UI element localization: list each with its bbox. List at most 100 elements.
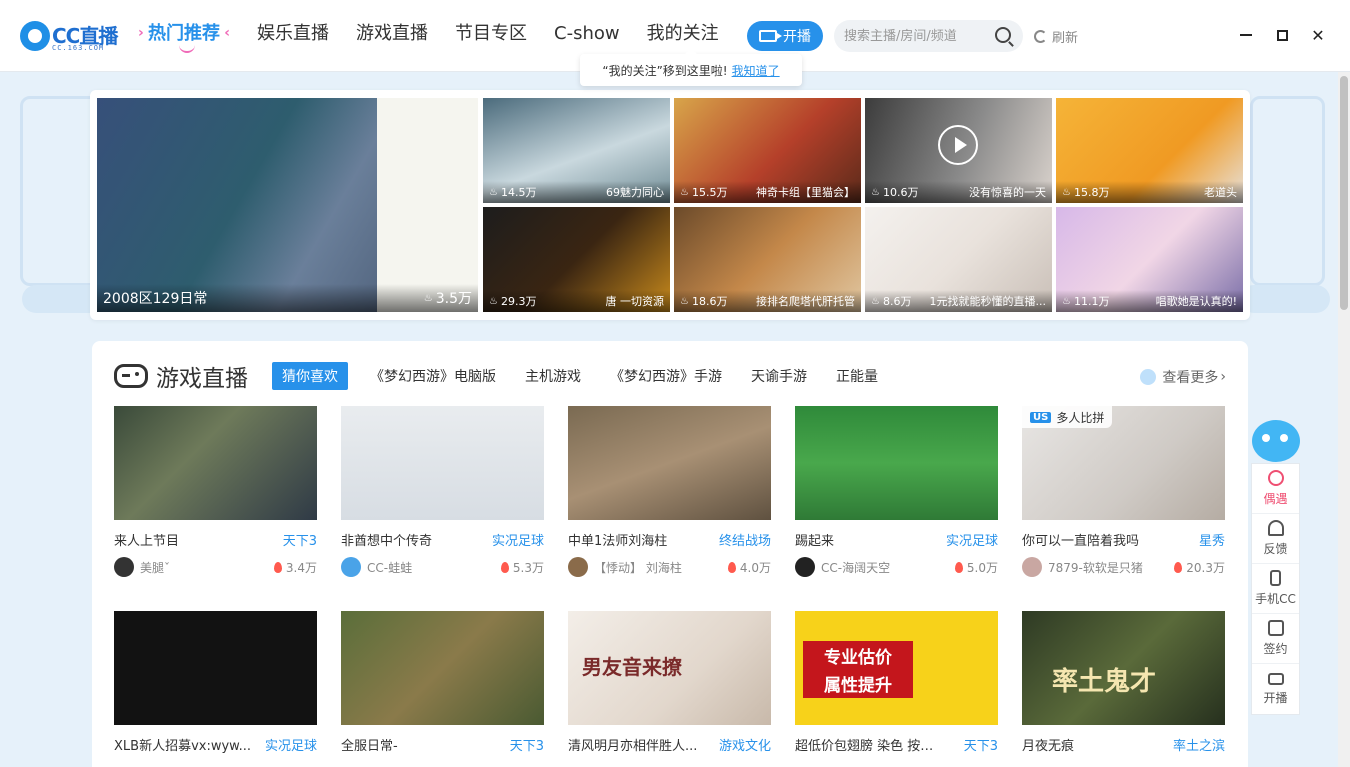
- tab-mhxy-pc[interactable]: 《梦幻西游》电脑版: [370, 366, 496, 386]
- hot-count: 5.3万: [512, 560, 544, 575]
- card-category[interactable]: 实况足球: [492, 530, 544, 549]
- banner-tile[interactable]: ♨ 11.1万 唱歌她是认真的!: [1056, 207, 1243, 312]
- sidebar-item-sign[interactable]: 签约: [1252, 614, 1299, 664]
- refresh-button[interactable]: 刷新: [1034, 27, 1078, 46]
- card-category[interactable]: 实况足球: [946, 530, 998, 549]
- live-card[interactable]: 非酋想中个传奇 实况足球 CC-蛙蛙 5.3万: [341, 406, 544, 577]
- card-thumbnail[interactable]: [795, 406, 998, 520]
- card-title[interactable]: 中单1法师刘海柱: [568, 530, 667, 548]
- badge-label: 多人比拼: [1056, 410, 1105, 425]
- sidebar-item-feedback[interactable]: 反馈: [1252, 514, 1299, 564]
- avatar: [114, 557, 134, 577]
- card-title[interactable]: 踢起来: [795, 530, 834, 548]
- banner-tile[interactable]: ♨ 10.6万 没有惊喜的一天: [865, 98, 1052, 203]
- flame-icon: ♨: [1062, 186, 1071, 198]
- card-thumbnail[interactable]: 率土鬼才: [1022, 611, 1225, 725]
- thumb-art-text: 率土鬼才: [1052, 667, 1157, 697]
- thumb-art-text: 属性提升: [803, 669, 913, 698]
- play-icon[interactable]: [938, 125, 978, 165]
- tab-console[interactable]: 主机游戏: [525, 366, 581, 386]
- card-category[interactable]: 天下3: [510, 735, 544, 754]
- card-thumbnail[interactable]: [114, 406, 317, 520]
- card-title[interactable]: 清风明月亦相伴胜人...: [568, 735, 697, 753]
- search-input[interactable]: [844, 27, 984, 45]
- main-nav: 热门推荐 娱乐直播 游戏直播 节目专区 C-show 我的关注: [138, 19, 746, 50]
- banner-tile[interactable]: ♨ 8.6万 1元找就能秒懂的直播...: [865, 207, 1052, 312]
- phone-icon: [1270, 570, 1281, 586]
- card-title[interactable]: XLB新人招募vx:wyw...: [114, 735, 251, 753]
- card-category[interactable]: 天下3: [283, 530, 317, 549]
- live-card[interactable]: 踢起来 实况足球 CC-海阔天空 5.0万: [795, 406, 998, 577]
- nav-programs[interactable]: 节目专区: [455, 20, 527, 50]
- banner-tile[interactable]: ♨ 14.5万 69魅力同心: [483, 98, 670, 203]
- nav-game[interactable]: 游戏直播: [356, 20, 428, 50]
- sidebar-item-golive[interactable]: 开播: [1252, 664, 1299, 714]
- close-button[interactable]: ✕: [1307, 24, 1329, 46]
- banner-tile[interactable]: ♨ 18.6万 接排名爬塔代肝托管: [674, 207, 861, 312]
- search-icon[interactable]: [995, 27, 1011, 43]
- multi-pk-badge: US 多人比拼: [1022, 406, 1113, 428]
- mascot-icon[interactable]: [1252, 420, 1300, 462]
- tab-positive-energy[interactable]: 正能量: [836, 366, 878, 386]
- card-title[interactable]: 全服日常-: [341, 735, 398, 753]
- nav-cshow[interactable]: C-show: [554, 20, 620, 50]
- maximize-button[interactable]: [1271, 24, 1293, 46]
- card-thumbnail[interactable]: [341, 611, 544, 725]
- sidebar-item-meet[interactable]: 偶遇: [1252, 464, 1299, 514]
- tooltip-dismiss-link[interactable]: 我知道了: [732, 62, 780, 79]
- card-category[interactable]: 终结战场: [719, 530, 771, 549]
- flame-icon: ♨: [1062, 295, 1071, 307]
- card-thumbnail[interactable]: 专业估价 属性提升: [795, 611, 998, 725]
- card-category[interactable]: 率土之滨: [1173, 735, 1225, 754]
- flame-icon: ♨: [423, 292, 433, 304]
- avatar: [341, 557, 361, 577]
- live-card[interactable]: 专业估价 属性提升 超低价包翅膀 染色 按比... 天下3: [795, 611, 998, 754]
- nav-entertainment[interactable]: 娱乐直播: [257, 20, 329, 50]
- sidebar-item-mobile[interactable]: 手机CC: [1252, 564, 1299, 614]
- live-card[interactable]: 中单1法师刘海柱 终结战场 【悸动】 刘海柱 4.0万: [568, 406, 771, 577]
- card-category[interactable]: 实况足球: [265, 735, 317, 754]
- tab-mhxy-mobile[interactable]: 《梦幻西游》手游: [610, 366, 722, 386]
- scrollbar[interactable]: [1338, 72, 1350, 767]
- card-title[interactable]: 你可以一直陪着我吗: [1022, 530, 1139, 548]
- tab-guess-you-like[interactable]: 猜你喜欢: [272, 362, 348, 390]
- live-card[interactable]: 全服日常- 天下3: [341, 611, 544, 754]
- banner-tile[interactable]: ♨ 15.5万 神奇卡组【里猫会】: [674, 98, 861, 203]
- card-thumbnail[interactable]: [114, 611, 317, 725]
- live-card[interactable]: 率土鬼才 月夜无痕 率土之滨: [1022, 611, 1225, 754]
- card-category[interactable]: 游戏文化: [719, 735, 771, 754]
- flame-icon: [273, 561, 282, 573]
- card-title[interactable]: 超低价包翅膀 染色 按比...: [795, 735, 940, 753]
- live-card[interactable]: US 多人比拼 你可以一直陪着我吗 星秀 7879-软软是只猪 20.3万: [1022, 406, 1225, 577]
- banner-tile[interactable]: ♨ 15.8万 老道头: [1056, 98, 1243, 203]
- nav-following[interactable]: 我的关注: [647, 20, 719, 50]
- card-title[interactable]: 月夜无痕: [1022, 735, 1074, 753]
- card-thumbnail[interactable]: [568, 406, 771, 520]
- start-live-button[interactable]: 开播: [747, 21, 823, 51]
- card-title[interactable]: 来人上节目: [114, 530, 179, 548]
- minimize-button[interactable]: [1235, 24, 1257, 46]
- live-card[interactable]: 来人上节目 天下3 美腿ˇ 3.4万: [114, 406, 317, 577]
- card-thumbnail[interactable]: US 多人比拼: [1022, 406, 1225, 520]
- flame-icon: ♨: [489, 295, 498, 307]
- card-thumbnail[interactable]: 男友音来撩: [568, 611, 771, 725]
- gamepad-icon: [114, 364, 148, 388]
- active-smile-icon: [179, 45, 195, 53]
- featured-main-tile[interactable]: 2008区129日常 ♨ 3.5万: [97, 98, 478, 312]
- live-card[interactable]: XLB新人招募vx:wyw... 实况足球: [114, 611, 317, 754]
- flame-icon: ♨: [680, 186, 689, 198]
- card-title[interactable]: 非酋想中个传奇: [341, 530, 432, 548]
- start-live-label: 开播: [783, 29, 811, 45]
- game-live-section: 游戏直播 猜你喜欢 《梦幻西游》电脑版 主机游戏 《梦幻西游》手游 天谕手游 正…: [92, 341, 1248, 767]
- view-more-link[interactable]: 查看更多 ›: [1140, 367, 1226, 387]
- banner-tile[interactable]: ♨ 29.3万唐 一切资源: [483, 207, 670, 312]
- scrollbar-thumb[interactable]: [1340, 76, 1348, 310]
- tab-tianyu-mobile[interactable]: 天谕手游: [751, 366, 807, 386]
- card-category[interactable]: 星秀: [1199, 530, 1225, 549]
- card-thumbnail[interactable]: [341, 406, 544, 520]
- hot-count: 5.0万: [966, 560, 998, 575]
- live-card[interactable]: 男友音来撩 清风明月亦相伴胜人... 游戏文化: [568, 611, 771, 754]
- background-deco-left: [20, 96, 100, 286]
- card-category[interactable]: 天下3: [964, 735, 998, 754]
- cc-logo[interactable]: CC直播 CC.163.COM: [20, 18, 120, 54]
